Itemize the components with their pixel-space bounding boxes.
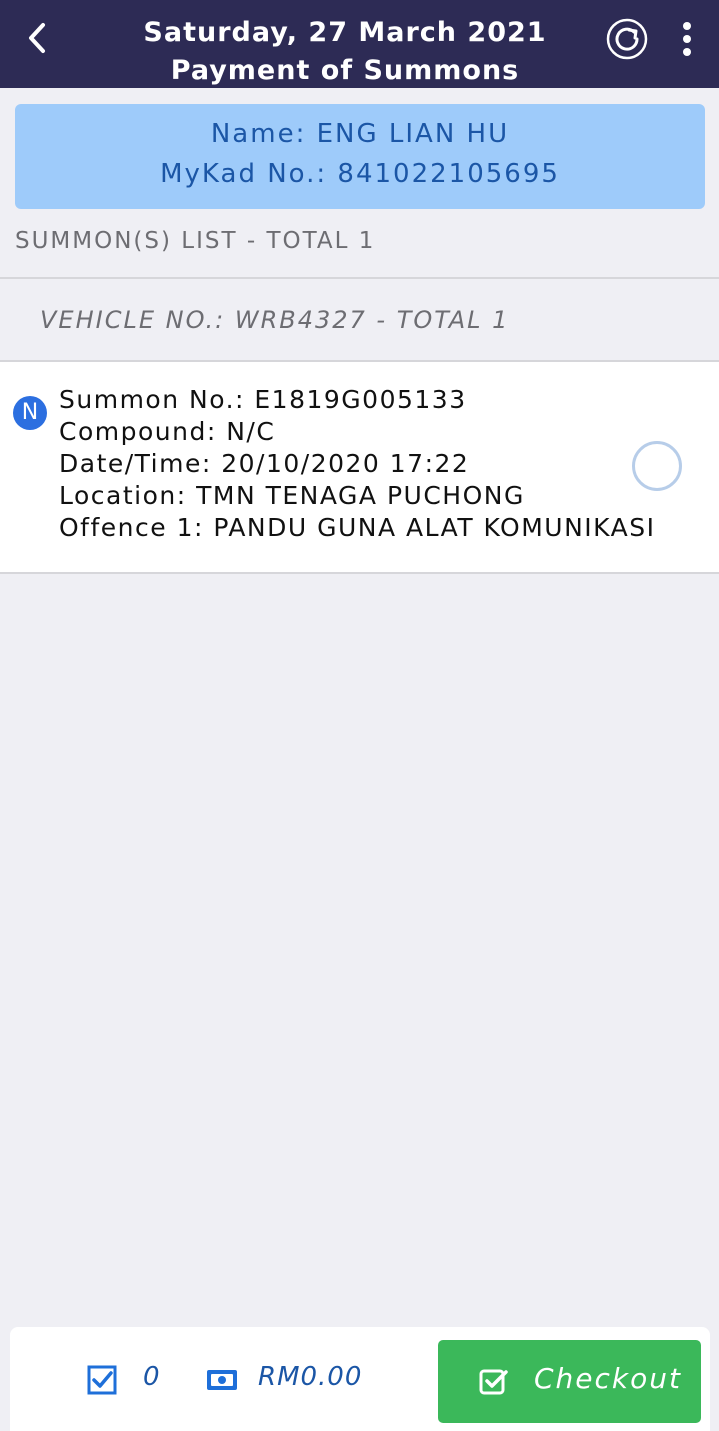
profile-card: Name: ENG LIAN HU MyKad No.: 84102210569… [15,104,705,209]
checkout-label: Checkout [534,1362,682,1395]
refresh-button[interactable] [605,17,649,61]
divider [0,277,719,279]
back-button[interactable] [18,18,58,58]
summons-list-title: SUMMON(S) LIST - TOTAL 1 [15,228,376,254]
page-title: Saturday, 27 March 2021 Payment of Summo… [120,14,570,90]
summon-location: Location: TMN TENAGA PUCHONG [59,481,525,510]
summon-offence: Offence 1: PANDU GUNA ALAT KOMUNIKASI [59,513,656,542]
summon-number: Summon No.: E1819G005133 [59,385,467,414]
more-options-button[interactable] [670,18,704,60]
summon-list-item[interactable]: N Summon No.: E1819G005133 Compound: N/C… [0,362,719,572]
more-vertical-icon [683,22,691,56]
top-app-bar: Saturday, 27 March 2021 Payment of Summo… [0,0,719,88]
checkbox-checked-icon [87,1365,117,1395]
summon-details: Summon No.: E1819G005133 Compound: N/C D… [59,384,655,544]
checkout-bar: 0 RM0.00 Checkout [10,1327,710,1431]
header-title-text: Payment of Summons [170,55,520,86]
total-amount: RM0.00 [258,1362,363,1392]
summon-datetime: Date/Time: 20/10/2020 17:22 [59,449,470,478]
check-square-icon [479,1369,508,1395]
status-badge: N [13,396,47,430]
header-date: Saturday, 27 March 2021 [143,17,547,48]
banknote-icon [207,1370,237,1390]
checkout-button[interactable]: Checkout [438,1340,701,1423]
select-summon-radio[interactable] [632,441,682,491]
profile-name: Name: ENG LIAN HU [210,119,510,149]
selected-count: 0 [143,1362,160,1392]
divider [0,572,719,574]
chevron-left-icon [29,23,45,53]
profile-mykad: MyKad No.: 841022105695 [160,159,560,189]
refresh-icon [606,18,648,60]
summon-compound: Compound: N/C [59,417,276,446]
vehicle-group-title: VEHICLE NO.: WRB4327 - TOTAL 1 [40,306,510,334]
